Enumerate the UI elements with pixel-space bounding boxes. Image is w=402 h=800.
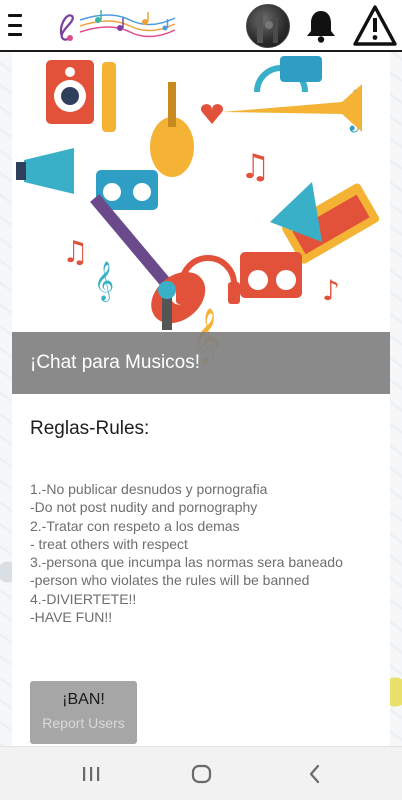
ban-button-subtitle: Report Users bbox=[42, 715, 125, 731]
bell-icon[interactable] bbox=[304, 8, 338, 44]
home-icon[interactable] bbox=[189, 761, 215, 787]
rules-heading: Reglas-Rules: bbox=[30, 418, 150, 439]
chat-cover-image: ♪ ♫ 𝄞 bbox=[12, 52, 390, 394]
ban-button-title: ¡BAN! bbox=[62, 691, 105, 708]
svg-text:♫: ♫ bbox=[240, 147, 270, 187]
hamburger-icon[interactable] bbox=[8, 14, 22, 36]
rules-text: 1.-No publicar desnudos y pornografia -D… bbox=[30, 481, 343, 626]
back-icon[interactable] bbox=[302, 761, 328, 787]
report-users-button[interactable]: ¡BAN! Report Users bbox=[30, 681, 137, 744]
svg-text:♪: ♪ bbox=[322, 274, 340, 307]
recents-icon[interactable] bbox=[78, 761, 104, 787]
system-navigation-bar bbox=[0, 746, 402, 800]
svg-text:𝄞: 𝄞 bbox=[94, 261, 114, 302]
warning-triangle-icon[interactable] bbox=[352, 4, 398, 48]
chat-info-card: ♪ ♫ 𝄞 bbox=[12, 52, 390, 746]
chat-title: ¡Chat para Musicos! bbox=[12, 332, 390, 394]
music-notes-logo bbox=[50, 6, 180, 46]
user-avatar[interactable] bbox=[246, 4, 290, 48]
svg-text:♫: ♫ bbox=[62, 235, 89, 270]
top-app-bar bbox=[0, 0, 402, 52]
